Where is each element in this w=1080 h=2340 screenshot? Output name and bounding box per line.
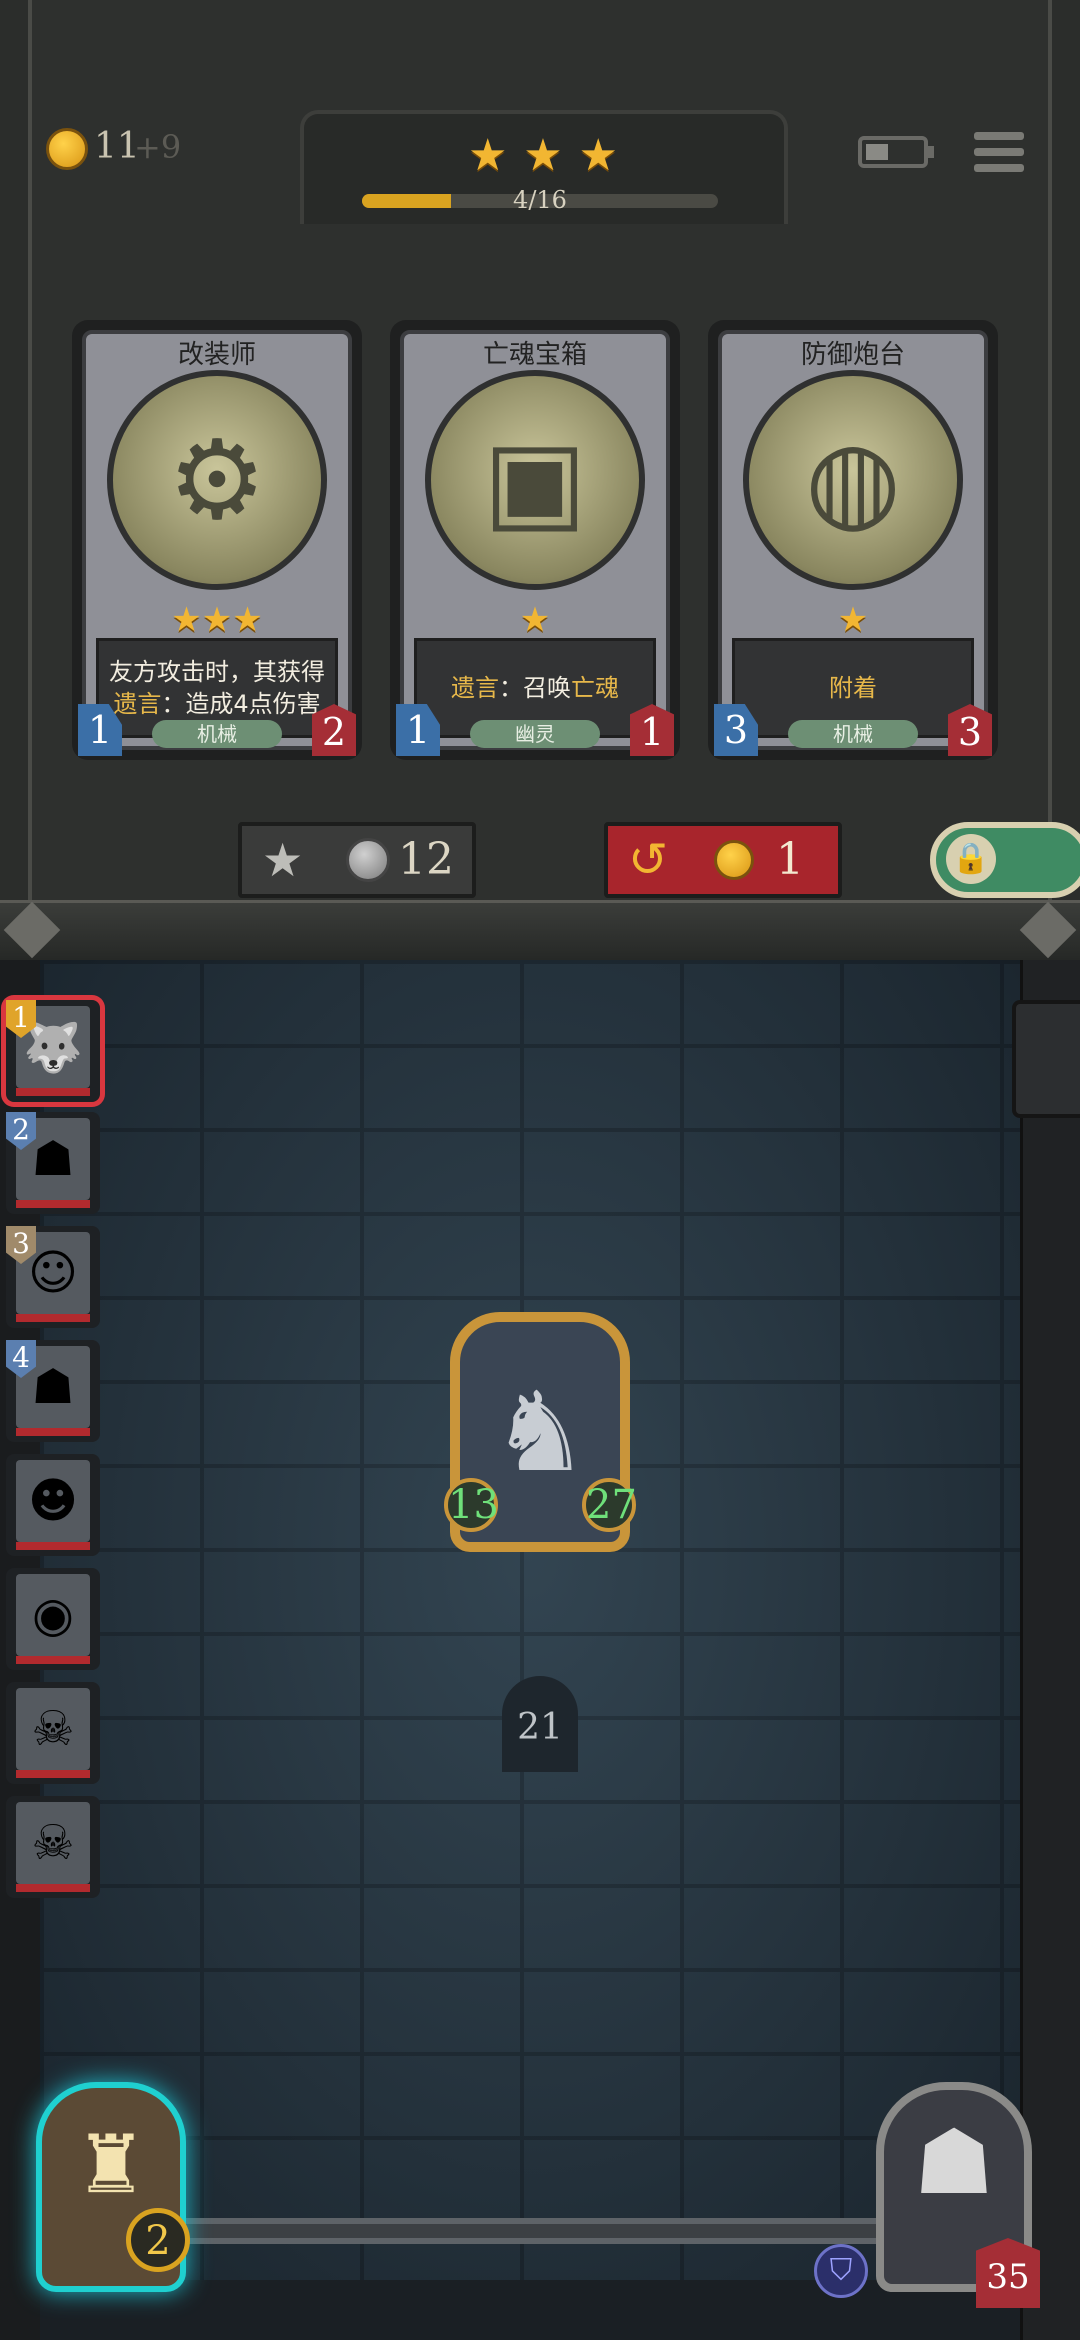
roster-slot[interactable]: ☗ 2	[6, 1112, 100, 1214]
card-name: 防御炮台	[800, 340, 905, 370]
keyword-spirit: 亡魂	[571, 674, 619, 702]
card-star-icon: ★	[519, 600, 551, 640]
chain-decoration	[160, 2218, 920, 2244]
roster-slot[interactable]: ☺ 3	[6, 1226, 100, 1328]
silver-coin-icon	[346, 838, 390, 882]
roster-slot[interactable]: ☠	[6, 1796, 100, 1898]
round-counter: 21	[502, 1676, 578, 1772]
lantern-count: 2	[126, 2208, 190, 2272]
card-stars: ★	[390, 598, 680, 642]
roster-health-bar	[16, 1656, 90, 1664]
gold-amount: 11	[94, 126, 140, 167]
keyword-deathrattle: 遗言	[451, 674, 499, 702]
card-tribe-tag: 机械	[152, 720, 282, 748]
card-art: ◍	[743, 370, 963, 590]
tier-star-icon: ★	[578, 130, 618, 181]
roster-health-bar	[16, 1314, 90, 1322]
card-stars: ★★★	[72, 598, 362, 642]
owl-icon: ◉	[16, 1574, 90, 1656]
card-star-icon: ★★★	[171, 600, 263, 640]
tier-stars: ★ ★ ★	[468, 134, 618, 178]
card-name: 亡魂宝箱	[482, 340, 587, 370]
gold-coin-icon	[46, 128, 88, 170]
card-star-icon: ★	[837, 600, 869, 640]
star-up-icon: ★	[262, 833, 304, 887]
hero-health: 35	[976, 2238, 1040, 2308]
card-name: 改装师	[177, 340, 256, 370]
board-shade	[40, 960, 1020, 2280]
battery-cap	[928, 146, 934, 158]
menu-icon	[974, 132, 1024, 140]
card-art: ▣	[425, 370, 645, 590]
shop-card-2[interactable]: 亡魂宝箱 ▣ ★ 遗言：召唤亡魂 幽灵 1 1	[390, 320, 680, 760]
card-stars: ★	[708, 598, 998, 642]
shop-card-3[interactable]: 防御炮台 ◍ ★ 附着 机械 3 3	[708, 320, 998, 760]
roster-slot[interactable]: ☗ 4	[6, 1340, 100, 1442]
card-desc-line: 友方攻击时，其获得	[109, 658, 325, 686]
side-handle[interactable]	[1012, 1000, 1080, 1118]
unit-health: 27	[582, 1478, 637, 1532]
roster-slot[interactable]: 🐺 1	[6, 1000, 100, 1102]
card-art: ⚙	[107, 370, 327, 590]
card-health: 2	[312, 704, 356, 756]
upgrade-tier-button[interactable]: ★ 12	[238, 822, 476, 898]
lantern-icon: ♜	[75, 2118, 147, 2211]
battery-icon	[858, 136, 928, 168]
card-desc-line: ：造成4点伤害	[161, 690, 321, 718]
roster-health-bar	[16, 1542, 90, 1550]
refresh-button[interactable]: ↺ 1	[604, 822, 842, 898]
roster-health-bar	[16, 1770, 90, 1778]
menu-button[interactable]	[974, 130, 1024, 174]
roster-slot[interactable]: ☠	[6, 1682, 100, 1784]
robot-icon: ⚙	[167, 416, 267, 544]
roster-slot[interactable]: ◉	[6, 1568, 100, 1670]
turret-icon: ◍	[805, 416, 901, 544]
roster-health-bar	[16, 1200, 90, 1208]
card-health: 3	[948, 704, 992, 756]
card-tribe-tag: 幽灵	[470, 720, 600, 748]
card-desc-line: ：召唤	[499, 674, 571, 702]
tier-star-icon: ★	[523, 130, 563, 181]
tier-star-icon: ★	[468, 130, 508, 181]
mimic-chest-icon: ▣	[483, 416, 587, 544]
dwarf-icon: ☻	[16, 1460, 90, 1542]
skull-icon: ☠	[16, 1802, 90, 1884]
level-progress-fill	[362, 194, 451, 208]
shop-card-1[interactable]: 改装师 ⚙ ★★★ 友方攻击时，其获得 遗言：造成4点伤害 机械 1 2	[72, 320, 362, 760]
refresh-cost: 1	[776, 834, 804, 885]
shop-frame-bar	[0, 900, 1080, 966]
unit-attack: 13	[444, 1478, 499, 1532]
level-progress-text: 4/16	[513, 186, 567, 214]
refresh-icon: ↺	[628, 832, 669, 888]
roster-health-bar	[16, 1088, 90, 1096]
keyword-deathrattle: 遗言	[113, 690, 162, 718]
roster-health-bar	[16, 1428, 90, 1436]
roster-health-bar	[16, 1884, 90, 1892]
gold-coin-icon	[714, 840, 754, 880]
lock-icon: 🔒	[946, 834, 996, 884]
card-health: 1	[630, 704, 674, 756]
gold-income: +9	[134, 128, 182, 166]
keyword-attach: 附着	[829, 674, 877, 702]
vampire-icon: ☠	[16, 1688, 90, 1770]
lock-shop-button[interactable]: 🔒	[930, 822, 1080, 898]
wizard-icon: ☗	[913, 2110, 995, 2215]
shield-icon[interactable]: ⛉	[814, 2244, 868, 2298]
upgrade-cost: 12	[398, 834, 454, 885]
roster-slot[interactable]: ☻	[6, 1454, 100, 1556]
card-tribe-tag: 机械	[788, 720, 918, 748]
